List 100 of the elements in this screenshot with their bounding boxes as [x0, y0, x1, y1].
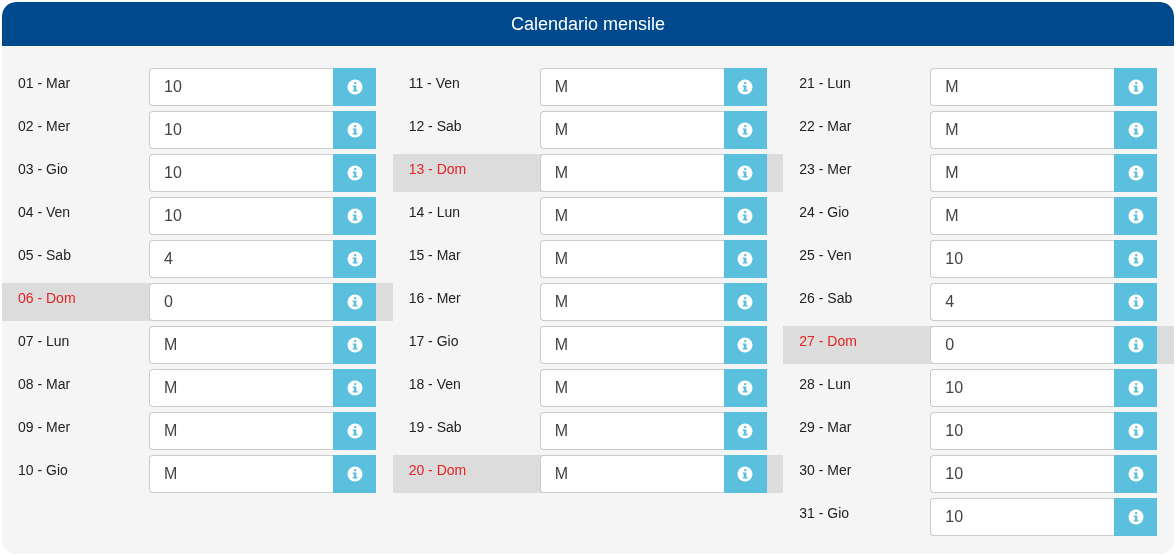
info-icon	[1127, 208, 1144, 224]
day-value-field[interactable]: M	[539, 326, 724, 364]
info-icon	[346, 208, 363, 224]
day-label: 18 - Ven	[408, 375, 462, 392]
day-label: 16 - Mer	[408, 289, 462, 306]
info-button[interactable]	[333, 240, 376, 278]
day-value-field[interactable]: 10	[930, 455, 1115, 493]
info-button[interactable]	[333, 111, 376, 149]
info-button[interactable]	[723, 455, 767, 493]
info-button[interactable]	[723, 154, 767, 192]
day-value-field[interactable]: M	[539, 455, 724, 493]
panel-title: Calendario mensile	[510, 13, 666, 35]
info-icon	[737, 294, 754, 310]
info-button[interactable]	[333, 412, 376, 450]
day-label: 10 - Gio	[18, 461, 69, 478]
info-icon	[737, 466, 754, 482]
info-button[interactable]	[1114, 326, 1158, 364]
info-icon	[1127, 294, 1144, 310]
info-icon	[346, 122, 363, 138]
day-label: 21 - Lun	[799, 74, 852, 91]
info-button[interactable]	[333, 455, 376, 493]
info-button[interactable]	[1114, 197, 1158, 235]
info-button[interactable]	[1114, 111, 1158, 149]
info-icon	[1127, 337, 1144, 353]
day-value-field[interactable]: 0	[149, 283, 333, 321]
info-button[interactable]	[1114, 369, 1158, 407]
info-icon	[346, 251, 363, 267]
day-label: 15 - Mar	[408, 246, 462, 263]
day-value-field[interactable]: 10	[149, 154, 333, 192]
info-button[interactable]	[333, 326, 376, 364]
info-button[interactable]	[333, 154, 376, 192]
day-value-field[interactable]: M	[539, 111, 724, 149]
info-icon	[1127, 509, 1144, 525]
info-button[interactable]	[723, 412, 767, 450]
day-value-field[interactable]: M	[539, 68, 724, 106]
day-value-field[interactable]: M	[539, 412, 724, 450]
day-value-field[interactable]: M	[149, 326, 333, 364]
day-value-field[interactable]: M	[930, 154, 1115, 192]
info-icon	[737, 423, 754, 439]
day-value-field[interactable]: M	[539, 283, 724, 321]
info-button[interactable]	[333, 283, 376, 321]
day-value-field[interactable]: 10	[930, 369, 1115, 407]
day-value-field[interactable]: 4	[930, 283, 1115, 321]
info-button[interactable]	[1114, 498, 1158, 536]
day-label: 02 - Mer	[18, 117, 72, 134]
info-icon	[1127, 466, 1144, 482]
day-value-field[interactable]: 10	[149, 68, 333, 106]
info-button[interactable]	[723, 326, 767, 364]
info-button[interactable]	[723, 111, 767, 149]
info-button[interactable]	[333, 369, 376, 407]
day-label: 04 - Ven	[18, 203, 72, 220]
day-value-field[interactable]: 10	[930, 412, 1115, 450]
day-value-field[interactable]: 10	[930, 240, 1115, 278]
info-icon	[1127, 380, 1144, 396]
info-icon	[346, 380, 363, 396]
day-label: 27 - Dom	[799, 332, 858, 349]
day-value-field[interactable]: M	[149, 455, 333, 493]
info-button[interactable]	[1114, 154, 1158, 192]
info-icon	[1127, 79, 1144, 95]
day-label: 29 - Mar	[799, 418, 853, 435]
info-button[interactable]	[1114, 283, 1158, 321]
info-icon	[346, 466, 363, 482]
day-value-field[interactable]: M	[149, 369, 333, 407]
day-label: 26 - Sab	[799, 289, 854, 306]
day-label: 14 - Lun	[408, 203, 462, 220]
info-button[interactable]	[723, 68, 767, 106]
info-button[interactable]	[1114, 240, 1158, 278]
day-value-field[interactable]: M	[149, 412, 333, 450]
info-icon	[737, 165, 754, 181]
day-value-field[interactable]: M	[539, 240, 724, 278]
info-button[interactable]	[723, 240, 767, 278]
info-button[interactable]	[723, 197, 767, 235]
day-value-field[interactable]: 10	[149, 197, 333, 235]
info-icon	[737, 337, 754, 353]
day-value-field[interactable]: 10	[149, 111, 333, 149]
info-icon	[737, 208, 754, 224]
day-value-field[interactable]: M	[539, 154, 724, 192]
day-label: 01 - Mar	[18, 74, 72, 91]
day-value-field[interactable]: M	[539, 197, 724, 235]
day-label: 19 - Sab	[408, 418, 463, 435]
day-label: 30 - Mer	[799, 461, 853, 478]
day-label: 12 - Sab	[408, 117, 463, 134]
day-label: 20 - Dom	[408, 461, 468, 478]
info-button[interactable]	[723, 369, 767, 407]
info-icon	[1127, 423, 1144, 439]
info-button[interactable]	[1114, 68, 1158, 106]
day-value-field[interactable]: M	[930, 111, 1115, 149]
day-value-field[interactable]: 10	[930, 498, 1115, 536]
info-button[interactable]	[723, 283, 767, 321]
day-value-field[interactable]: 0	[930, 326, 1115, 364]
info-button[interactable]	[1114, 455, 1158, 493]
info-button[interactable]	[333, 197, 376, 235]
info-icon	[737, 380, 754, 396]
day-value-field[interactable]: 4	[149, 240, 333, 278]
info-button[interactable]	[1114, 412, 1158, 450]
day-value-field[interactable]: M	[539, 369, 724, 407]
day-value-field[interactable]: M	[930, 68, 1115, 106]
day-label: 22 - Mar	[799, 117, 853, 134]
day-value-field[interactable]: M	[930, 197, 1115, 235]
info-button[interactable]	[333, 68, 376, 106]
